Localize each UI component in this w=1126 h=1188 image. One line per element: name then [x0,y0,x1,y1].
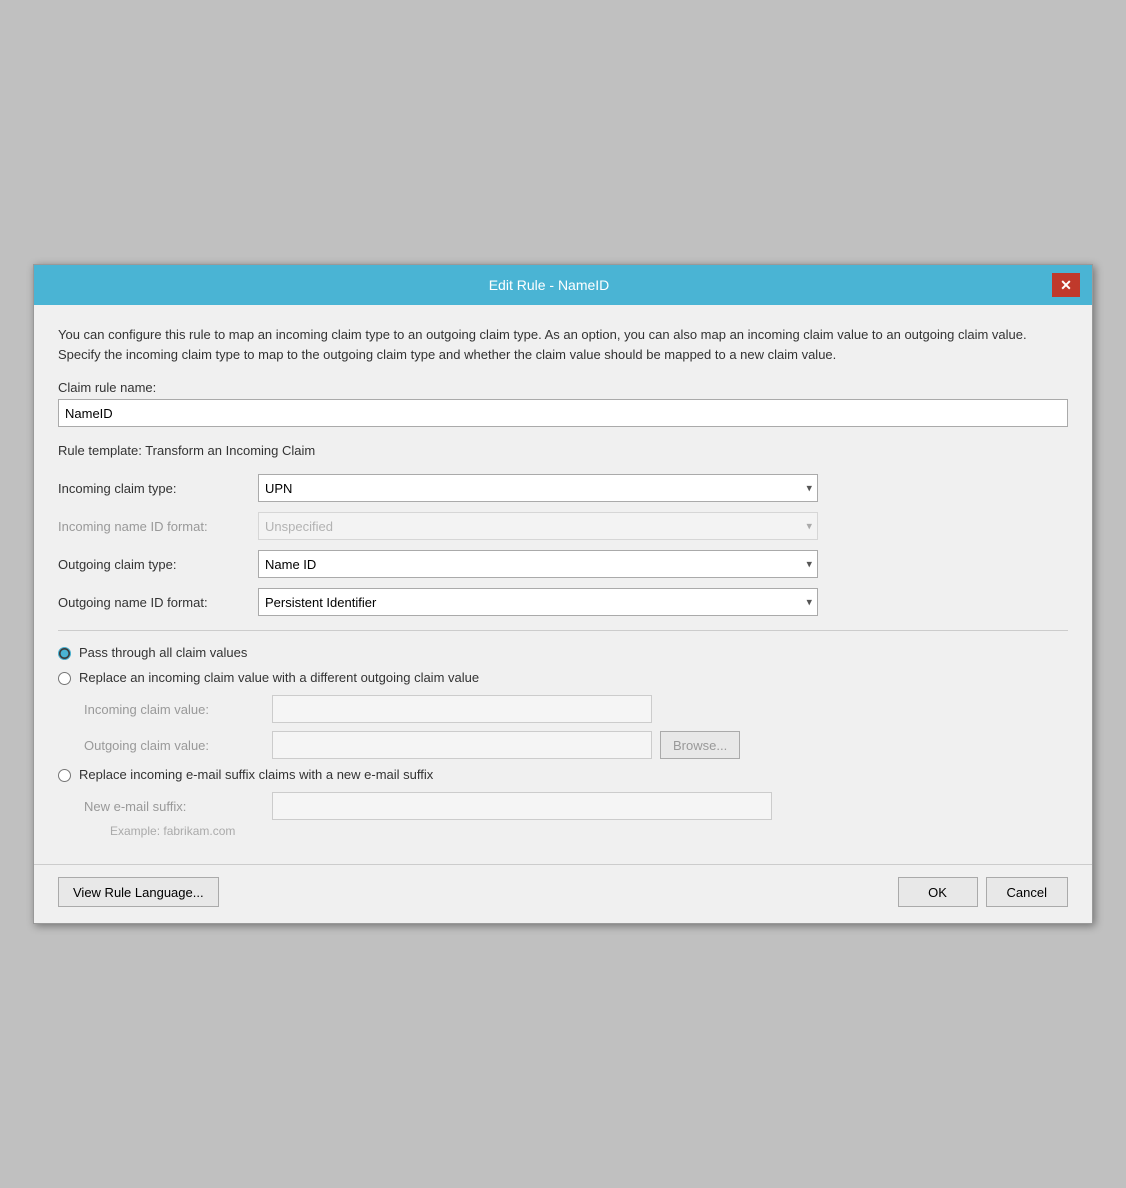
replace-incoming-label[interactable]: Replace an incoming claim value with a d… [79,670,479,685]
view-rule-language-button[interactable]: View Rule Language... [58,877,219,907]
window-title: Edit Rule - NameID [46,277,1052,293]
close-button[interactable]: ✕ [1052,273,1080,297]
new-email-suffix-label: New e-mail suffix: [84,799,264,814]
claim-rule-name-label: Claim rule name: [58,380,1068,395]
replace-incoming-radio-row: Replace an incoming claim value with a d… [58,670,1068,685]
pass-through-radio-row: Pass through all claim values [58,645,1068,660]
incoming-claim-type-select[interactable]: UPN E-Mail Address Name Common Name Disp… [258,474,818,502]
claim-rule-name-input[interactable] [58,399,1068,427]
incoming-claim-value-label: Incoming claim value: [84,702,264,717]
outgoing-name-id-format-select[interactable]: Persistent Identifier Unspecified Email … [258,588,818,616]
outgoing-claim-type-wrapper: Name ID E-Mail Address Name Common Name … [258,550,818,578]
replace-email-sub-form: New e-mail suffix: Example: fabrikam.com [84,792,1068,838]
ok-button[interactable]: OK [898,877,978,907]
outgoing-name-id-format-label: Outgoing name ID format: [58,595,258,610]
incoming-claim-type-label: Incoming claim type: [58,481,258,496]
outgoing-claim-type-row: Outgoing claim type: Name ID E-Mail Addr… [58,550,1068,578]
pass-through-radio[interactable] [58,647,71,660]
outgoing-claim-type-select[interactable]: Name ID E-Mail Address Name Common Name … [258,550,818,578]
outgoing-claim-type-label: Outgoing claim type: [58,557,258,572]
cancel-button[interactable]: Cancel [986,877,1068,907]
footer-right: OK Cancel [898,877,1068,907]
edit-rule-window: Edit Rule - NameID ✕ You can configure t… [33,264,1093,924]
outgoing-name-id-format-row: Outgoing name ID format: Persistent Iden… [58,588,1068,616]
incoming-claim-type-wrapper: UPN E-Mail Address Name Common Name Disp… [258,474,818,502]
outgoing-name-id-format-wrapper: Persistent Identifier Unspecified Email … [258,588,818,616]
new-email-suffix-row: New e-mail suffix: [84,792,1068,820]
replace-incoming-sub-form: Incoming claim value: Outgoing claim val… [84,695,1068,759]
incoming-name-id-format-label: Incoming name ID format: [58,519,258,534]
new-email-suffix-input[interactable] [272,792,772,820]
rule-template-label: Rule template: Transform an Incoming Cla… [58,443,1068,458]
incoming-claim-type-row: Incoming claim type: UPN E-Mail Address … [58,474,1068,502]
incoming-claim-value-input[interactable] [272,695,652,723]
incoming-name-id-format-select[interactable]: Unspecified Email X509SubjectName [258,512,818,540]
dialog-content: You can configure this rule to map an in… [34,305,1092,864]
dialog-footer: View Rule Language... OK Cancel [34,864,1092,923]
incoming-name-id-format-row: Incoming name ID format: Unspecified Ema… [58,512,1068,540]
example-text: Example: fabrikam.com [110,824,1068,838]
replace-email-radio[interactable] [58,769,71,782]
incoming-claim-value-row: Incoming claim value: [84,695,1068,723]
divider [58,630,1068,631]
outgoing-claim-value-label: Outgoing claim value: [84,738,264,753]
browse-button[interactable]: Browse... [660,731,740,759]
outgoing-claim-value-row: Outgoing claim value: Browse... [84,731,1068,759]
pass-through-label[interactable]: Pass through all claim values [79,645,247,660]
replace-incoming-radio[interactable] [58,672,71,685]
outgoing-claim-value-input[interactable] [272,731,652,759]
replace-email-radio-row: Replace incoming e-mail suffix claims wi… [58,767,1068,782]
title-bar: Edit Rule - NameID ✕ [34,265,1092,305]
incoming-name-id-format-wrapper: Unspecified Email X509SubjectName ▾ [258,512,818,540]
description-text: You can configure this rule to map an in… [58,325,1068,364]
replace-email-label[interactable]: Replace incoming e-mail suffix claims wi… [79,767,433,782]
